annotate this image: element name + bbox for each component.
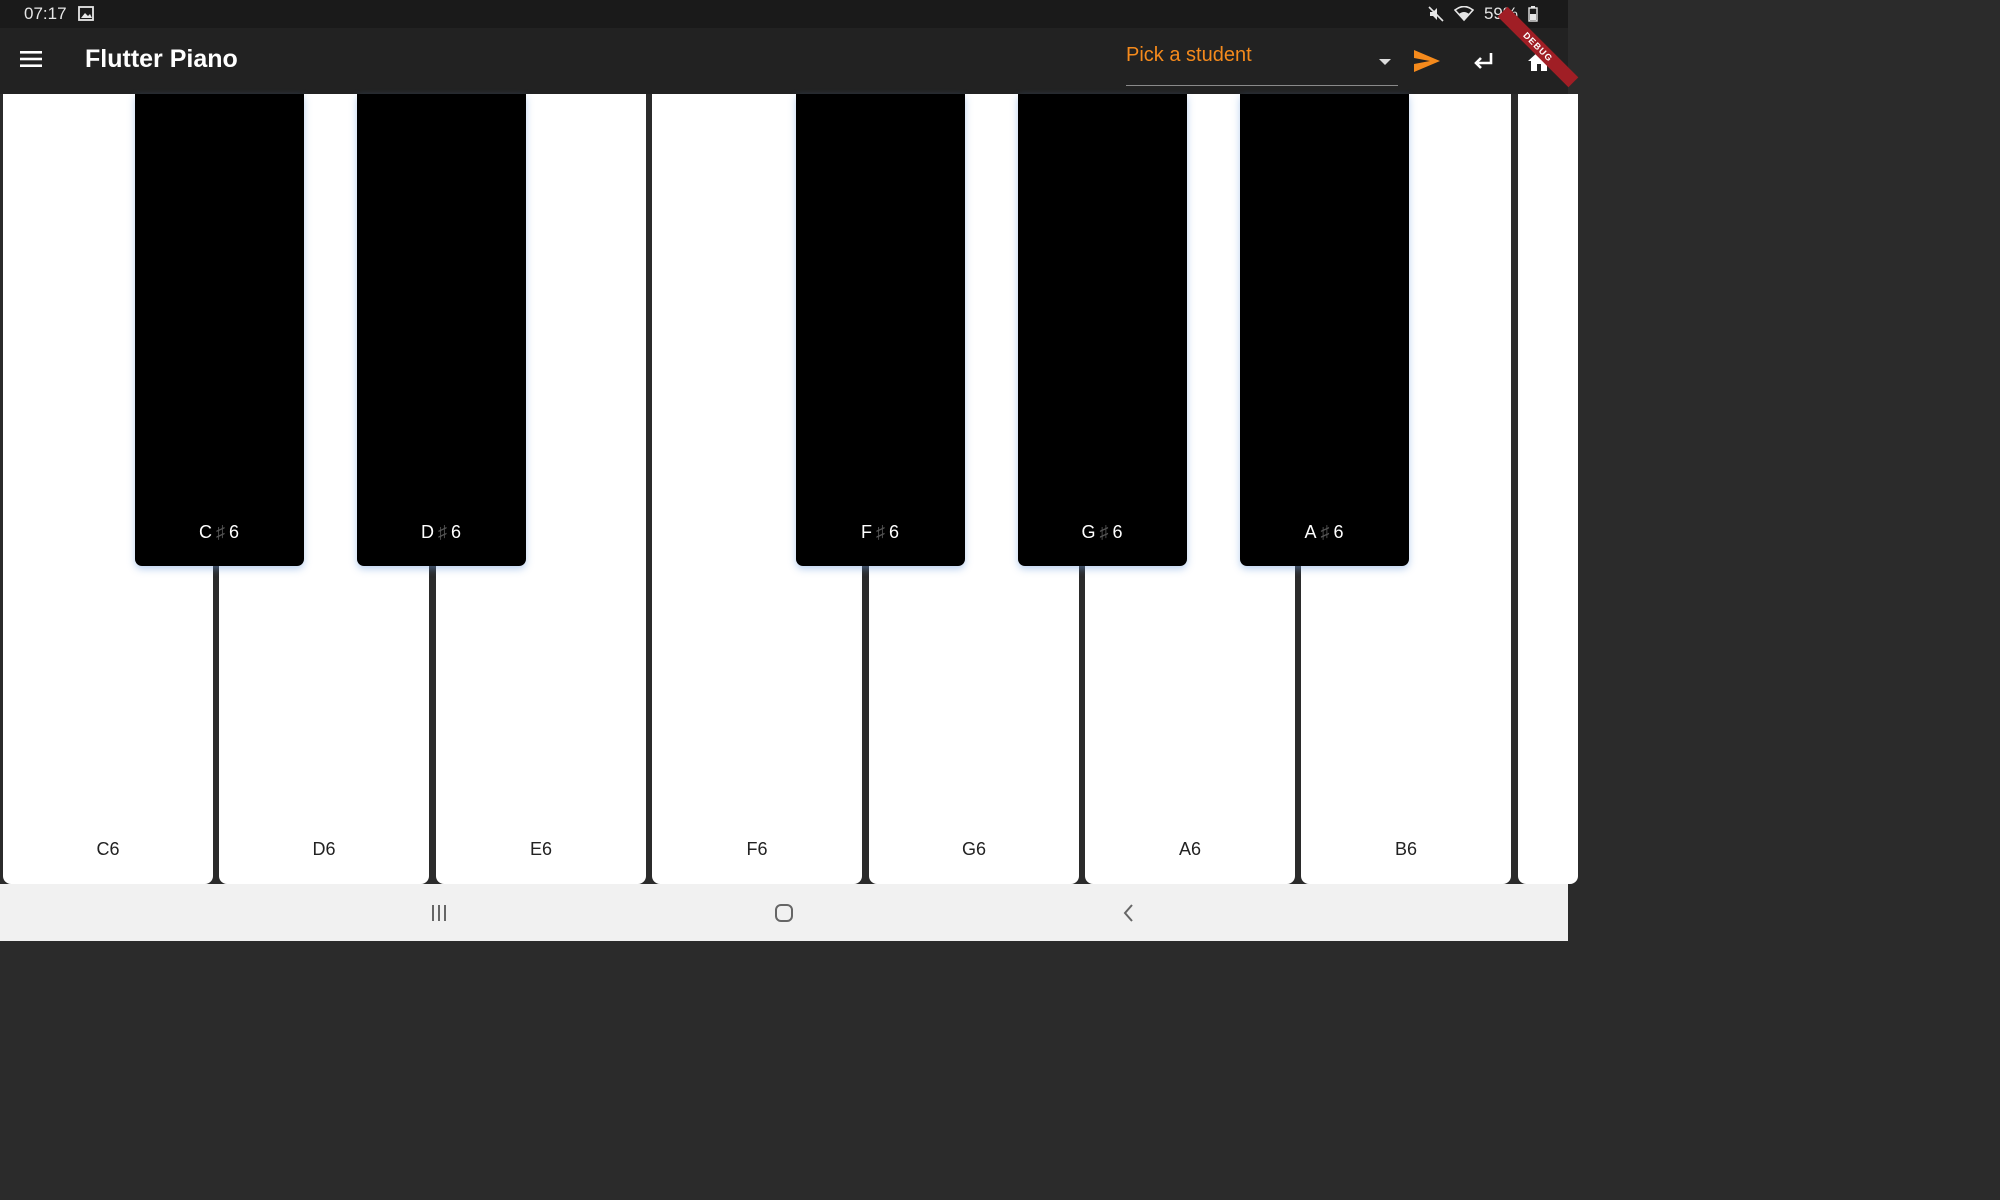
sharp-symbol: ♯ (1320, 522, 1331, 542)
white-key-label: B6 (1394, 839, 1418, 859)
black-key-label: G ♯ 6 (1018, 522, 1187, 543)
black-key-octave: 6 (1112, 522, 1124, 542)
app-bar: Flutter Piano Pick a student DEBUG (0, 6, 1579, 94)
black-key-octave: 6 (450, 522, 462, 542)
gallery-icon (78, 6, 94, 26)
home-circle-icon (775, 904, 793, 922)
black-key-letter: G (1081, 522, 1097, 542)
menu-button[interactable] (18, 48, 48, 74)
black-key-letter: F (860, 522, 873, 542)
back-button[interactable] (1114, 900, 1144, 926)
student-dropdown[interactable]: Pick a student (1126, 40, 1398, 86)
white-key-label: C6 (96, 839, 120, 859)
mute-icon (1428, 6, 1444, 22)
sharp-symbol: ♯ (1099, 522, 1110, 542)
black-key-letter: C (198, 522, 213, 542)
white-key-label: G6 (961, 839, 986, 859)
send-button[interactable] (1410, 46, 1444, 76)
black-key[interactable]: G ♯ 6 (1018, 94, 1187, 566)
black-key-octave: 6 (888, 522, 900, 542)
white-key-label: F6 (746, 839, 768, 859)
status-bar: 07:17 59% (0, 0, 1568, 28)
student-dropdown-placeholder: Pick a student (1126, 44, 1252, 66)
menu-icon (20, 51, 42, 67)
black-key-octave: 6 (1333, 522, 1345, 542)
white-key-label: E6 (529, 839, 553, 859)
piano-keyboard: C6 D6 E6 F6 G6 A6 B6 C ♯ 6 D ♯ 6 F ♯ 6 G ♯ 6 A ♯ 6 (0, 94, 1578, 884)
white-key-label: D6 (312, 839, 336, 859)
black-key[interactable]: C ♯ 6 (135, 94, 304, 566)
enter-icon (1474, 53, 1493, 69)
battery-icon (1528, 6, 1538, 22)
black-key-label: D ♯ 6 (357, 522, 526, 543)
black-key-letter: D (420, 522, 435, 542)
black-key-label: A ♯ 6 (1240, 522, 1409, 543)
recents-icon (432, 905, 446, 921)
sharp-symbol: ♯ (437, 522, 448, 542)
recents-button[interactable] (424, 900, 454, 926)
app-title: Flutter Piano (85, 45, 238, 73)
sharp-symbol: ♯ (875, 522, 886, 542)
send-icon (1414, 50, 1440, 72)
sharp-symbol: ♯ (215, 522, 226, 542)
nav-home-button[interactable] (769, 900, 799, 926)
white-key-label: A6 (1178, 839, 1202, 859)
status-time: 07:17 (24, 4, 67, 23)
enter-button[interactable] (1467, 46, 1501, 76)
black-key[interactable]: D ♯ 6 (357, 94, 526, 566)
white-key-partial[interactable] (1518, 94, 1578, 884)
dropdown-arrow-icon (1378, 53, 1392, 71)
black-key-letter: A (1304, 522, 1318, 542)
black-key-octave: 6 (228, 522, 240, 542)
wifi-icon (1453, 6, 1474, 22)
black-key[interactable]: F ♯ 6 (796, 94, 965, 566)
system-nav-bar (0, 884, 1568, 941)
back-icon (1123, 904, 1133, 922)
black-key-label: F ♯ 6 (796, 522, 965, 543)
black-key[interactable]: A ♯ 6 (1240, 94, 1409, 566)
black-key-label: C ♯ 6 (135, 522, 304, 543)
